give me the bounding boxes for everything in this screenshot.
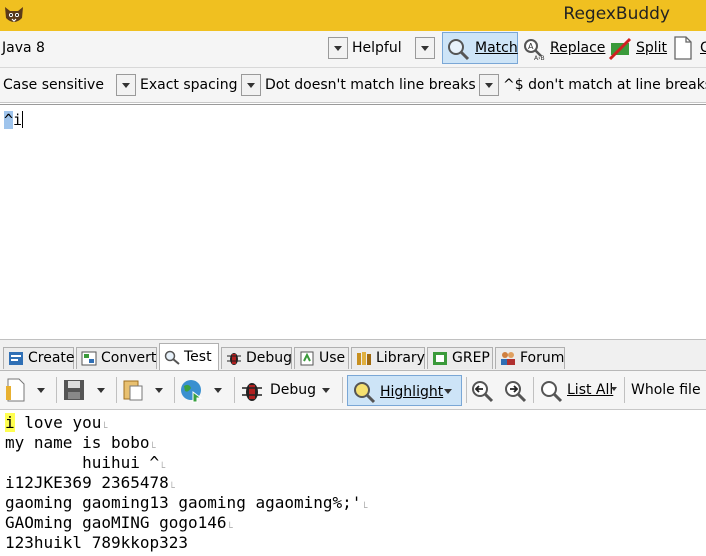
match-highlight: i [5, 413, 15, 432]
scope-select-value[interactable]: Whole file [631, 373, 701, 407]
tab-bar: Create Convert Test Debug Use Library GR… [0, 340, 706, 371]
paste-clipboard-icon[interactable] [121, 378, 145, 402]
case-dropdown-arrow-icon[interactable] [116, 74, 136, 96]
regexbuddy-logo-icon [5, 7, 23, 22]
title-bar: RegexBuddy [0, 0, 706, 31]
bug-icon [227, 353, 241, 365]
options-toolbar: Case sensitive Exact spacing Dot doesn't… [0, 68, 706, 103]
debug-dropdown-arrow-icon[interactable] [317, 380, 337, 402]
tab-library[interactable]: Library [351, 347, 425, 369]
toolbar-separator [533, 377, 534, 403]
tab-convert[interactable]: Convert [76, 347, 157, 369]
toolbar-separator [56, 377, 57, 403]
spacing-dropdown-arrow-icon[interactable] [241, 74, 261, 96]
split-icon [608, 37, 632, 61]
highlight-label[interactable]: Highlight [380, 375, 443, 409]
magnifier-icon [448, 39, 470, 61]
tab-grep[interactable]: GREP [427, 347, 493, 369]
spacing-option-value[interactable]: Exact spacing [140, 68, 237, 102]
test-subject-editor[interactable]: i love you└ my name is bobo└ huihui ^└ i… [0, 410, 706, 556]
line-break-marker: └ [361, 503, 368, 514]
regex-editor[interactable]: ^i [0, 104, 706, 340]
use-icon [300, 351, 314, 366]
tab-debug[interactable]: Debug [221, 347, 292, 369]
web-dropdown-arrow-icon[interactable] [209, 380, 229, 402]
dot-option-value[interactable]: Dot doesn't match line breaks [265, 68, 476, 102]
case-option-value[interactable]: Case sensitive [3, 68, 104, 102]
toolbar-separator [624, 377, 625, 403]
svg-text:A: A [528, 42, 534, 51]
toolbar-separator [116, 377, 117, 403]
tab-use[interactable]: Use [294, 347, 349, 369]
line-break-marker: └ [226, 523, 233, 534]
debug-bug-icon [242, 383, 262, 401]
paste-dropdown-arrow-icon[interactable] [150, 380, 170, 402]
test-toolbar: Debug Highlight List All Whole file [0, 371, 706, 410]
helpful-dropdown-arrow-icon[interactable] [415, 37, 435, 59]
regex-rest: i [13, 111, 23, 129]
open-file-icon[interactable] [5, 378, 27, 402]
split-button[interactable]: Split [636, 31, 667, 65]
window-title: RegexBuddy [563, 4, 670, 24]
grep-icon [433, 352, 447, 365]
svg-text:A›B: A›B [534, 55, 545, 61]
library-icon [357, 352, 371, 365]
web-globe-icon[interactable] [179, 378, 205, 404]
create-icon [9, 352, 23, 365]
replace-icon: A A›B [524, 39, 545, 61]
forum-people-icon [501, 352, 515, 365]
previous-match-icon[interactable] [470, 379, 494, 403]
regex-selection: ^ [4, 111, 14, 129]
flavor-select-value[interactable]: Java 8 [2, 31, 45, 65]
highlight-magnifier-icon [354, 382, 376, 404]
tab-create[interactable]: Create [3, 347, 75, 369]
debug-button[interactable]: Debug [270, 373, 316, 407]
copy-button[interactable]: C [700, 31, 706, 65]
anchors-option-value[interactable]: ^$ don't match at line breaks [503, 68, 706, 102]
regex-text[interactable]: ^i [4, 111, 24, 129]
open-dropdown-arrow-icon[interactable] [32, 380, 52, 402]
highlight-dropdown-arrow-icon[interactable] [439, 381, 459, 403]
tab-forum[interactable]: Forum [495, 347, 565, 369]
main-toolbar: Java 8 Helpful Match A A›B Replace Split… [0, 31, 706, 68]
tab-test[interactable]: Test [159, 343, 219, 370]
helpful-select-value[interactable]: Helpful [352, 31, 402, 65]
test-magnifier-icon [164, 350, 180, 365]
list-all-button[interactable]: List All [567, 373, 613, 407]
save-dropdown-arrow-icon[interactable] [92, 380, 112, 402]
flavor-dropdown-arrow-icon[interactable] [328, 37, 348, 59]
toolbar-separator [342, 377, 343, 403]
toolbar-separator [174, 377, 175, 403]
next-match-icon[interactable] [503, 379, 527, 403]
dot-dropdown-arrow-icon[interactable] [479, 74, 499, 96]
match-label[interactable]: Match [475, 31, 518, 65]
save-disk-icon[interactable] [62, 378, 86, 402]
convert-icon [81, 351, 97, 366]
text-caret [22, 111, 24, 128]
document-icon [674, 36, 692, 60]
list-all-dropdown-arrow-icon[interactable] [611, 387, 617, 391]
toolbar-separator [234, 377, 235, 403]
replace-button[interactable]: Replace [550, 31, 605, 65]
list-all-magnifier-icon [541, 381, 563, 403]
test-line: 123huikl 789kkop323 [5, 533, 189, 552]
toolbar-separator [466, 377, 467, 403]
